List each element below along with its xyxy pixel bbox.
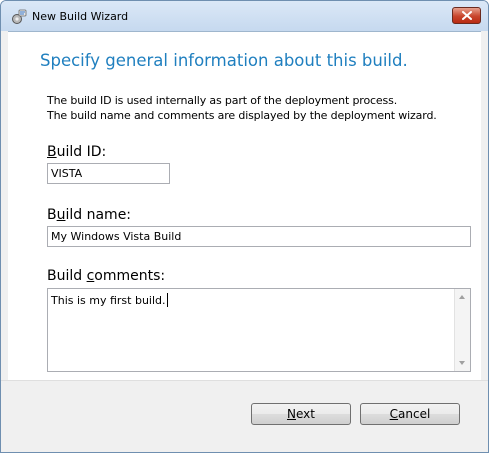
scroll-up-arrow-icon[interactable]	[459, 295, 465, 299]
close-icon	[461, 11, 472, 20]
scroll-down-arrow-icon[interactable]	[459, 361, 465, 365]
build-comments-text: This is my first build.	[51, 293, 168, 307]
next-button[interactable]: Next	[251, 403, 351, 425]
wizard-gear-icon	[12, 9, 27, 24]
comments-scrollbar[interactable]	[454, 289, 470, 371]
text-caret	[166, 293, 168, 307]
build-id-field[interactable]: VISTA	[47, 163, 170, 184]
description-line-2: The build name and comments are displaye…	[47, 109, 437, 122]
build-id-label: Build ID:	[47, 144, 107, 160]
build-comments-label: Build comments:	[47, 268, 166, 284]
build-name-label: Build name:	[47, 207, 132, 223]
page-title: Specify general information about this b…	[40, 51, 408, 70]
build-comments-field[interactable]: This is my first build.	[47, 288, 471, 372]
build-name-field[interactable]: My Windows Vista Build	[47, 226, 471, 247]
cancel-button[interactable]: Cancel	[360, 403, 460, 425]
footer-divider	[1, 380, 488, 381]
window-title: New Build Wizard	[32, 10, 129, 23]
title-bar[interactable]: New Build Wizard	[1, 1, 488, 31]
description-line-1: The build ID is used internally as part …	[47, 94, 398, 107]
close-button[interactable]	[452, 7, 481, 24]
wizard-window: New Build Wizard Specify general informa…	[0, 0, 489, 453]
